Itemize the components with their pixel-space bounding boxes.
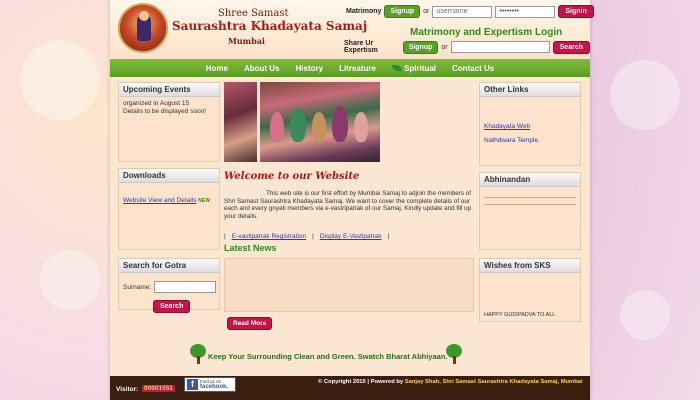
- leaf-icon: [392, 65, 402, 71]
- footer: Visitor: 00001551 © Copyright 2015 | Pow…: [110, 376, 590, 400]
- samaj-logo[interactable]: [118, 3, 168, 53]
- search-gotra-box: Search for Gotra Surname: Search: [118, 258, 220, 313]
- surname-input[interactable]: [154, 281, 217, 293]
- brand-city: Mumbai: [228, 36, 265, 46]
- vastipatrak-links: | E-vastipatrak Registration | Display E…: [224, 233, 390, 240]
- downloads-title: Downloads: [119, 169, 219, 183]
- latest-news-box: [224, 258, 474, 312]
- community-photo-1: [224, 82, 257, 162]
- nav-spiritual[interactable]: Spiritual: [384, 64, 444, 73]
- gotra-search-button[interactable]: Search: [153, 300, 191, 313]
- wishes-text: HAPPY GUDIPADVA TO ALL: [484, 312, 556, 318]
- abhinandan-box: Abhinandan: [479, 172, 581, 250]
- share-expertism-label: Share Ur Expertism: [344, 40, 378, 54]
- swachh-slogan: Keep Your Surrounding Clean and Green. S…: [208, 352, 448, 361]
- visitor-label: Visitor:: [116, 386, 139, 393]
- deity-head-icon: [139, 11, 149, 21]
- expertism-row: Share Ur Expertism Signup or Search: [344, 40, 590, 54]
- community-photo-2: [260, 82, 380, 162]
- nav-history[interactable]: History: [288, 64, 332, 73]
- nav-about-us[interactable]: About Us: [236, 64, 288, 73]
- matrimony-label: Matrimony: [346, 8, 382, 15]
- expertism-signup-button[interactable]: Signup: [402, 40, 439, 54]
- nav-litreature[interactable]: Litreature: [331, 64, 384, 73]
- header: Shree Samast Saurashtra Khadayata Samaj …: [110, 0, 594, 58]
- or-label-2: or: [441, 43, 448, 51]
- visitor-counter: 00001551: [142, 385, 175, 392]
- facebook-badge[interactable]: f Find us on facebook.: [184, 377, 236, 392]
- read-more-button[interactable]: Read More: [227, 317, 273, 330]
- facebook-icon: f: [187, 379, 198, 390]
- vastipatrak-registration-link[interactable]: E-vastipatrak Registration: [232, 233, 306, 240]
- fb-wordmark: facebook.: [200, 384, 229, 390]
- khadayata-web-link[interactable]: Khadayata Web: [484, 123, 576, 131]
- upcoming-event-line-2: Details to be displayed soon!: [123, 108, 207, 115]
- tree-icon: [190, 344, 206, 364]
- nav-contact-us[interactable]: Contact Us: [444, 64, 502, 73]
- copyright-text: © Copyright 2015 | Powered by Sanjay Sha…: [318, 379, 583, 385]
- upcoming-events-box: Upcoming Events organized in August 15 D…: [118, 82, 220, 162]
- search-gotra-title: Search for Gotra: [119, 259, 219, 273]
- other-links-box: Other Links Khadayata Web Nathdwara Temp…: [479, 82, 581, 166]
- welcome-text: This web site is our first effort by Mum…: [224, 190, 472, 220]
- surname-label: Surname:: [123, 283, 152, 291]
- nav-spiritual-label: Spiritual: [404, 63, 437, 73]
- downloads-box: Downloads Website View and Details NEW: [118, 168, 220, 250]
- username-input[interactable]: [432, 5, 493, 18]
- abhinandan-title: Abhinandan: [480, 173, 580, 187]
- or-label: or: [423, 8, 430, 15]
- upcoming-events-title: Upcoming Events: [119, 83, 219, 97]
- website-details-link[interactable]: Website View and Details: [123, 197, 196, 204]
- page-container: Shree Samast Saurashtra Khadayata Samaj …: [110, 0, 594, 400]
- wishes-title: Wishes from SKS: [480, 259, 580, 273]
- expertism-search-button[interactable]: Search: [552, 40, 590, 54]
- signin-button[interactable]: Signin: [558, 5, 594, 18]
- nathdwara-temple-link[interactable]: Nathdwara Temple: [484, 137, 576, 145]
- matrimony-login-row: Matrimony Signup or Signin: [346, 5, 594, 18]
- latest-news-title: Latest News: [224, 243, 277, 253]
- main-nav: Home About Us History Litreature Spiritu…: [110, 59, 590, 77]
- other-links-title: Other Links: [480, 83, 580, 97]
- new-badge: NEW: [198, 198, 210, 204]
- login-title: Matrimony and Expertism Login: [410, 27, 563, 38]
- tree-icon: [446, 344, 462, 364]
- expertism-search-input[interactable]: [450, 41, 550, 53]
- nav-home[interactable]: Home: [198, 64, 236, 73]
- matrimony-signup-button[interactable]: Signup: [384, 5, 421, 18]
- brand-title: Saurashtra Khadayata Samaj: [172, 19, 368, 33]
- brand-subtitle: Shree Samast: [218, 8, 289, 19]
- welcome-heading: Welcome to our Website: [224, 171, 360, 182]
- display-vastipatrak-link[interactable]: Display E-Vastipatrak: [320, 233, 382, 240]
- wishes-box: Wishes from SKS HAPPY GUDIPADVA TO ALL: [479, 258, 581, 322]
- upcoming-event-line-1: organized in August 15: [123, 100, 190, 107]
- password-input[interactable]: [495, 5, 556, 18]
